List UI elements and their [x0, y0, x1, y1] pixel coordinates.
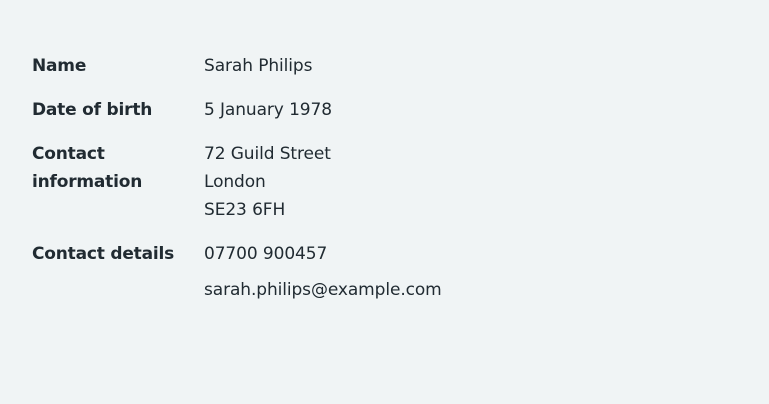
summary-value-date-of-birth: 5 January 1978 — [204, 96, 332, 124]
summary-row-date-of-birth: Date of birth 5 January 1978 — [32, 96, 732, 140]
summary-row-name: Name Sarah Philips — [32, 52, 732, 96]
summary-key-contact-details: Contact details — [32, 244, 175, 264]
summary-row-contact-information: Contact information 72 Guild Street Lond… — [32, 140, 732, 240]
summary-key-contact-information: Contact information — [32, 144, 143, 192]
address-postcode: SE23 6FH — [204, 200, 286, 220]
date-of-birth-value: 5 January 1978 — [204, 100, 332, 120]
name-value: Sarah Philips — [204, 56, 313, 76]
summary-value-name: Sarah Philips — [204, 52, 312, 80]
phone-number: 07700 900457 — [204, 244, 328, 264]
summary-list: Name Sarah Philips Date of birth 5 Janua… — [32, 52, 732, 304]
summary-key-name: Name — [32, 56, 87, 76]
summary-key-date-of-birth: Date of birth — [32, 100, 153, 120]
address-line-1: 72 Guild Street — [204, 144, 331, 164]
summary-value-contact-information: 72 Guild Street London SE23 6FH — [204, 140, 331, 224]
address-line-2: London — [204, 172, 266, 192]
summary-value-contact-details: 07700 900457 sarah.philips@example.com — [204, 240, 442, 304]
summary-row-contact-details: Contact details 07700 900457 sarah.phili… — [32, 240, 732, 304]
email-address: sarah.philips@example.com — [204, 280, 442, 300]
